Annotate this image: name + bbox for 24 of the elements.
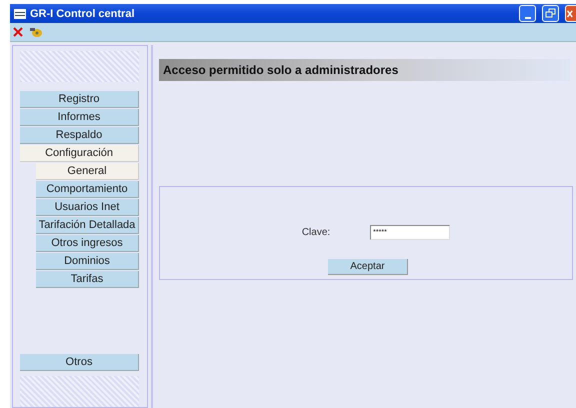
nav-item[interactable]: Otros ingresos <box>36 235 139 252</box>
restore-button[interactable] <box>542 5 559 22</box>
close-icon[interactable] <box>13 27 23 37</box>
nav-item[interactable]: Tarifación Detallada <box>36 217 139 234</box>
tools-icon[interactable] <box>29 26 43 38</box>
close-button[interactable] <box>565 5 576 22</box>
accept-button[interactable]: Aceptar <box>328 259 408 275</box>
section-header: Acceso permitido solo a administradores <box>159 59 570 81</box>
nav-item[interactable]: Otros <box>20 354 139 371</box>
minimize-button[interactable] <box>519 5 536 22</box>
app-icon <box>14 8 26 18</box>
nav-item[interactable]: Respaldo <box>20 127 139 144</box>
window-title: GR-I Control central <box>30 8 136 20</box>
nav-item[interactable]: General <box>36 163 139 180</box>
nav-item[interactable]: Usuarios Inet <box>36 199 139 216</box>
field-label: Clave: <box>302 227 330 238</box>
nav-item[interactable]: Configuración <box>20 145 139 162</box>
nav-item[interactable]: Comportamiento <box>36 181 139 198</box>
nav-item[interactable]: Dominios <box>36 253 139 270</box>
nav-item[interactable]: Informes <box>20 109 139 126</box>
minimize-icon <box>524 16 530 18</box>
restore-icon <box>544 7 557 20</box>
nav-item[interactable]: Registro <box>20 91 139 108</box>
nav-item[interactable]: Tarifas <box>36 271 139 288</box>
